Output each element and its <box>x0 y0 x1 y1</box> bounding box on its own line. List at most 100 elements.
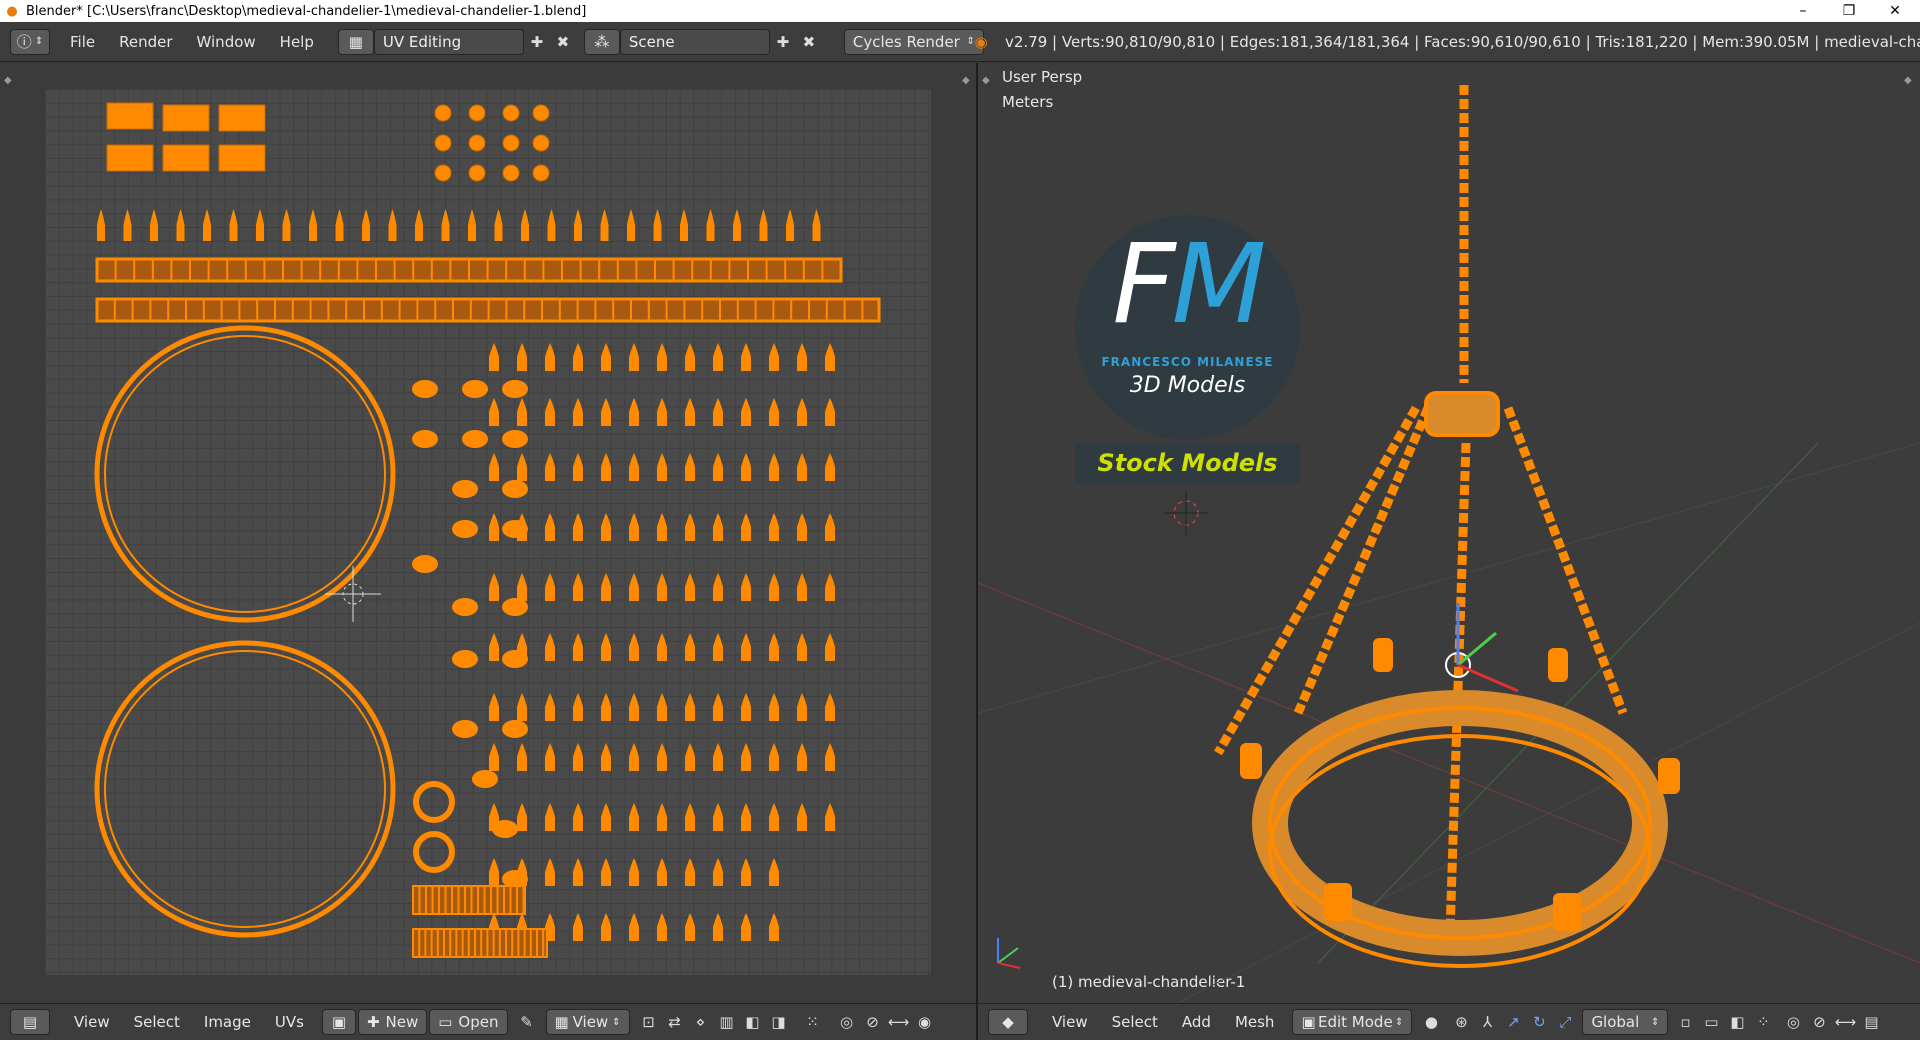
translate-icon[interactable]: ↗ <box>1500 1009 1526 1035</box>
uv-island <box>309 209 317 241</box>
viewport-shading-icon[interactable]: ● <box>1418 1009 1444 1035</box>
uv-menu-view[interactable]: View <box>62 1013 122 1031</box>
proportional-edit-icon[interactable]: ◎ <box>834 1009 860 1035</box>
render-icon[interactable]: ▤ <box>1858 1009 1884 1035</box>
editor-type-button[interactable]: ▤ <box>10 1009 50 1035</box>
uv-island <box>502 520 528 538</box>
new-label: New <box>385 1013 419 1031</box>
snap-element-icon[interactable]: ⟷ <box>886 1009 912 1035</box>
remove-screen-icon[interactable]: ✖ <box>550 29 576 55</box>
transform-orientation-select[interactable]: Global ⇕ <box>1582 1009 1669 1035</box>
uv-menu-image[interactable]: Image <box>192 1013 263 1031</box>
view-mode-select[interactable]: ▦ View ⇕ <box>545 1009 630 1035</box>
snap-icon[interactable]: ⊘ <box>860 1009 886 1035</box>
uv-island <box>545 693 555 721</box>
uv-island <box>600 209 609 241</box>
uv-island <box>627 209 635 241</box>
pivot-point-icon[interactable]: ⊛ <box>1448 1009 1474 1035</box>
chandelier-model[interactable] <box>978 63 1920 1003</box>
add-screen-icon[interactable]: ✚ <box>524 29 550 55</box>
uv-menu-uvs[interactable]: UVs <box>263 1013 316 1031</box>
minimize-button[interactable]: – <box>1780 0 1826 22</box>
expand-sidebar-icon[interactable]: ◆ <box>962 75 970 86</box>
uv-island <box>545 453 555 481</box>
occlude-geometry-icon[interactable]: ⁘ <box>1750 1009 1776 1035</box>
uv-island <box>489 573 499 601</box>
editor-type-info-button[interactable]: ⓘ ⇕ <box>10 28 50 55</box>
uv-island <box>713 398 723 426</box>
render-result-icon[interactable]: ◉ <box>912 1009 938 1035</box>
new-image-button[interactable]: ✚ New <box>357 1009 428 1035</box>
uv-menu-select[interactable]: Select <box>122 1013 192 1031</box>
vp-menu-select[interactable]: Select <box>1100 1013 1170 1031</box>
uv-island <box>489 693 499 721</box>
menu-render[interactable]: Render <box>107 33 184 51</box>
vp-menu-mesh[interactable]: Mesh <box>1223 1013 1287 1031</box>
uv-islands[interactable] <box>45 89 931 975</box>
uv-island <box>573 803 583 831</box>
vertex-select-icon[interactable]: ⋄ <box>688 1009 714 1035</box>
uv-island <box>502 720 528 738</box>
uv-island <box>573 858 583 886</box>
render-engine-select[interactable]: Cycles Render ⇕ <box>843 28 984 55</box>
pin-icon[interactable]: ✎ <box>514 1009 540 1035</box>
uv-island <box>825 398 835 426</box>
uv-island <box>412 380 438 398</box>
scale-icon[interactable]: ⤢ <box>1552 1009 1578 1035</box>
uv-island <box>657 743 667 771</box>
add-scene-icon[interactable]: ✚ <box>770 29 796 55</box>
manipulator-icon[interactable]: ⅄ <box>1474 1009 1500 1035</box>
island-select-icon[interactable]: ◨ <box>766 1009 792 1035</box>
edge-select-icon[interactable]: ▭ <box>1698 1009 1724 1035</box>
uv-island <box>601 913 611 941</box>
edge-select-icon[interactable]: ▥ <box>714 1009 740 1035</box>
uv-island <box>517 343 527 371</box>
uv-island <box>492 820 518 838</box>
3d-viewport[interactable]: ◆ ◆ User Persp Meters (1) medieval-chand… <box>978 63 1920 1003</box>
uv-island <box>685 453 695 481</box>
uv-island <box>489 858 499 886</box>
sync-selection-icon[interactable]: ⇄ <box>662 1009 688 1035</box>
uv-island <box>657 453 667 481</box>
uv-island <box>629 633 639 661</box>
rotate-icon[interactable]: ↻ <box>1526 1009 1552 1035</box>
close-button[interactable]: ✕ <box>1872 0 1918 22</box>
vp-menu-view[interactable]: View <box>1040 1013 1100 1031</box>
scene-field[interactable]: Scene <box>619 28 770 55</box>
uv-island <box>797 453 807 481</box>
uv-island <box>601 803 611 831</box>
uv-grid[interactable] <box>45 89 931 975</box>
uv-image-editor[interactable]: ◆ ◆ <box>0 63 976 1003</box>
scene-icon-button[interactable]: ⁂ <box>583 28 620 55</box>
expand-toolbar-icon[interactable]: ◆ <box>4 75 12 86</box>
vertex-select-icon[interactable]: ▫ <box>1672 1009 1698 1035</box>
uv-island <box>545 803 555 831</box>
menu-help[interactable]: Help <box>268 33 326 51</box>
info-header: ⓘ ⇕ File Render Window Help ▦ UV Editing … <box>0 22 1920 62</box>
uv-island <box>769 513 779 541</box>
uv-island <box>415 209 423 241</box>
uv-island <box>825 343 835 371</box>
screen-layout-icon-button[interactable]: ▦ <box>337 28 374 55</box>
menu-file[interactable]: File <box>58 33 107 51</box>
vp-menu-add[interactable]: Add <box>1170 1013 1223 1031</box>
maximize-button[interactable]: ❐ <box>1826 0 1872 22</box>
sticky-select-icon[interactable]: ⁙ <box>800 1009 826 1035</box>
face-select-icon[interactable]: ◧ <box>740 1009 766 1035</box>
uv-island <box>797 573 807 601</box>
face-select-icon[interactable]: ◧ <box>1724 1009 1750 1035</box>
snap-element-icon[interactable]: ⟷ <box>1832 1009 1858 1035</box>
mode-select[interactable]: ▣ Edit Mode ⇕ <box>1292 1009 1413 1035</box>
snap-icon[interactable]: ⊘ <box>1806 1009 1832 1035</box>
pivot-icon[interactable]: ⊡ <box>636 1009 662 1035</box>
editor-type-button[interactable]: ◆ <box>988 1009 1028 1035</box>
image-browse-button[interactable]: ▣ <box>321 1009 356 1035</box>
uv-island <box>685 743 695 771</box>
remove-scene-icon[interactable]: ✖ <box>796 29 822 55</box>
proportional-edit-icon[interactable]: ◎ <box>1780 1009 1806 1035</box>
3d-view-header: ◆ View Select Add Mesh ▣ Edit Mode ⇕ ● ⊛… <box>978 1003 1920 1040</box>
screen-layout-field[interactable]: UV Editing <box>373 28 524 55</box>
uv-island <box>769 858 779 886</box>
menu-window[interactable]: Window <box>185 33 268 51</box>
open-image-button[interactable]: ▭ Open <box>429 1009 508 1035</box>
